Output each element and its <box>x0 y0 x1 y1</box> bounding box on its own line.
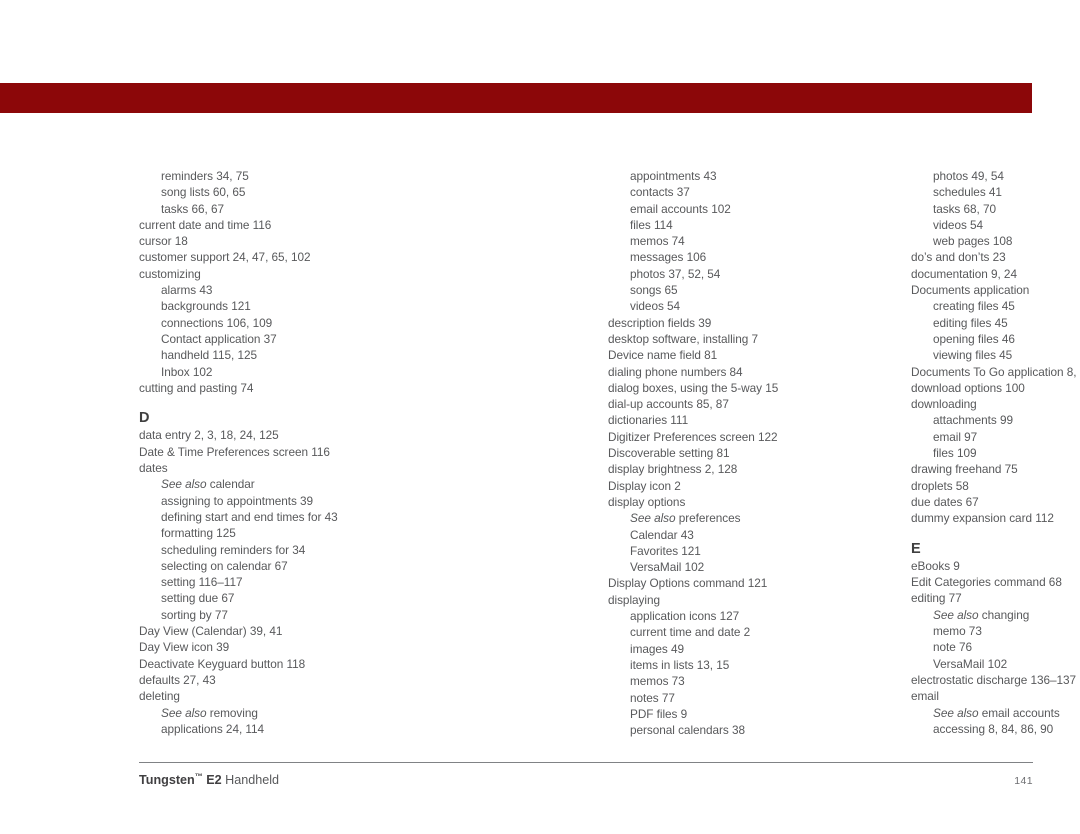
index-entry: See also removing <box>139 705 304 721</box>
index-entry: eBooks 9 <box>911 558 960 573</box>
index-entry: See also email accounts <box>911 705 1080 721</box>
index-letter-heading: E <box>911 540 921 557</box>
index-entry: connections 106, 109 <box>161 315 273 330</box>
index-entry: Date & Time Preferences screen 116 <box>139 444 330 459</box>
index-entry: alarms 43 <box>161 283 213 298</box>
footer-brand: Tungsten <box>139 773 195 788</box>
trademark-icon: ™ <box>194 772 203 781</box>
index-entry: documentation 9, 24 <box>911 266 1017 281</box>
index-entry: note 76 <box>933 640 973 655</box>
footer-product: Handheld <box>225 773 280 788</box>
index-column-2: appointments 43 contacts 37 email accounts… <box>608 169 779 738</box>
index-entry: Day View (Calendar) 39, 41 <box>139 624 283 639</box>
see-also-target: changing <box>981 607 1030 622</box>
index-entry: data entry 2, 3, 18, 24, 125 <box>139 428 279 443</box>
see-also-label: See also <box>161 705 207 720</box>
index-entry: deleting <box>139 689 180 704</box>
index-entry: backgrounds 121 <box>161 299 251 314</box>
footer-model: E2 <box>206 773 222 788</box>
index-entry: dates <box>139 461 168 476</box>
index-entry: creating files 45 <box>933 299 1015 314</box>
index-page: reminders 34, 75 song lists 60, 65 tasks 6… <box>0 0 1080 834</box>
index-entry: defaults 27, 43 <box>139 672 216 687</box>
index-entry: defining start and end times for 43 <box>161 509 338 524</box>
see-also-label: See also <box>933 607 979 622</box>
index-entry: song lists 60, 65 <box>161 185 246 200</box>
header-banner-bar <box>0 83 1032 113</box>
page-footer: Tungsten™ E2 Handheld 141 <box>139 762 1033 787</box>
index-entry: VersaMail 102 <box>933 656 1008 671</box>
footer-page-number: 141 <box>1014 775 1033 788</box>
index-entry: setting due 67 <box>161 591 235 606</box>
index-entry: schedules 41 <box>933 185 1002 200</box>
index-entry: photos 49, 54 <box>933 169 1004 183</box>
index-entry: opening files 46 <box>933 331 1015 346</box>
index-entry: droplets 58 <box>911 478 969 493</box>
index-entry: videos 54 <box>933 217 984 232</box>
index-entry: viewing files 45 <box>933 348 1013 363</box>
index-entry: scheduling reminders for 34 <box>161 542 306 557</box>
index-column-1: reminders 34, 75 song lists 60, 65 tasks 6… <box>0 168 338 738</box>
index-entry: memo 73 <box>933 624 982 639</box>
index-entry: drawing freehand 75 <box>911 462 1018 477</box>
index-entry: See also calendar <box>139 476 304 492</box>
index-entry: Documents application <box>911 283 1030 298</box>
index-entry: Deactivate Keyguard button 118 <box>139 656 306 671</box>
index-entry: customizing <box>139 266 201 281</box>
index-entry: cursor 18 <box>139 234 188 249</box>
index-entry: handheld 115, 125 <box>161 348 258 363</box>
index-entry: Edit Categories command 68 <box>911 575 1062 590</box>
index-entry: sorting by 77 <box>161 607 228 622</box>
index-entry: do’s and don’ts 23 <box>911 250 1006 265</box>
index-entry: applications 24, 114 <box>161 721 265 736</box>
index-entry: Day View icon 39 <box>139 640 230 655</box>
see-also-target: email accounts <box>981 705 1060 720</box>
see-also-label: See also <box>161 477 207 492</box>
index-entry: downloading <box>911 397 977 412</box>
index-entry: dummy expansion card 112 <box>911 511 1054 526</box>
index-entry: customer support 24, 47, 65, 102 <box>139 250 311 265</box>
index-entry: editing 77 <box>911 591 962 606</box>
index-entry: electrostatic discharge 136–137 <box>911 672 1077 687</box>
index-entry: formatting 125 <box>161 526 236 541</box>
index-column-3: photos 49, 54 schedules 41 tasks 68, 70 vid… <box>608 168 1080 738</box>
index-entry: tasks 68, 70 <box>933 201 997 216</box>
index-entry: Documents To Go application 8, 26, 45 <box>911 364 1080 379</box>
index-entry: current date and time 116 <box>139 217 272 232</box>
index-columns: reminders 34, 75 song lists 60, 65 tasks 6… <box>0 168 1080 738</box>
index-entry: accessing 8, 84, 86, 90 <box>933 721 1054 736</box>
see-also-label: See also <box>933 705 979 720</box>
index-entry: editing files 45 <box>933 315 1008 330</box>
index-letter-heading: D <box>139 410 150 427</box>
index-entry: setting 116–117 <box>161 575 243 590</box>
see-also-target: removing <box>209 705 258 720</box>
index-entry: reminders 34, 75 <box>161 169 249 183</box>
footer-product-title: Tungsten™ E2 Handheld <box>139 772 279 787</box>
index-entry: assigning to appointments 39 <box>161 493 314 508</box>
index-entry: selecting on calendar 67 <box>161 558 288 573</box>
see-also-target: calendar <box>209 477 255 492</box>
index-entry: attachments 99 <box>933 413 1013 428</box>
index-entry: download options 100 <box>911 380 1025 395</box>
index-entry: Contact application 37 <box>161 331 277 346</box>
index-entry: due dates 67 <box>911 494 979 509</box>
index-entry: See also changing <box>911 607 1080 623</box>
index-entry: tasks 66, 67 <box>161 201 225 216</box>
index-entry: files 109 <box>933 446 977 461</box>
index-entry: web pages 108 <box>933 234 1013 249</box>
index-entry: cutting and pasting 74 <box>139 380 254 395</box>
index-entry: email 97 <box>933 429 978 444</box>
index-entry: email <box>911 689 939 704</box>
index-entry: Inbox 102 <box>161 364 213 379</box>
footer-row: Tungsten™ E2 Handheld 141 <box>139 763 1033 787</box>
